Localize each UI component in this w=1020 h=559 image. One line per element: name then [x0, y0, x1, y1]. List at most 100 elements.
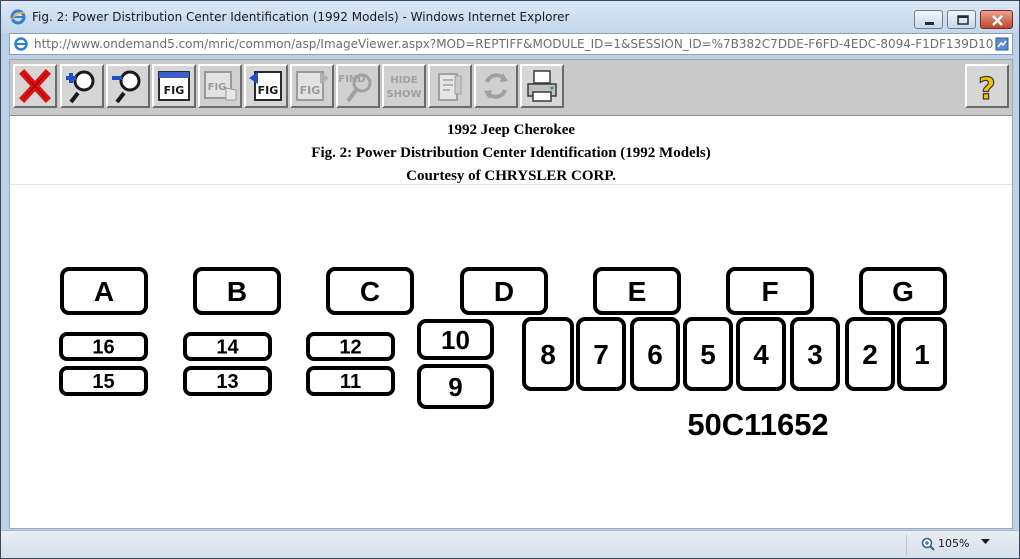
- svg-text:?: ?: [978, 72, 995, 106]
- fuse-9-label: 9: [448, 372, 462, 402]
- caption-vehicle: 1992 Jeep Cherokee: [446, 122, 576, 138]
- notes-button[interactable]: [428, 64, 472, 108]
- fuse-14-label: 14: [216, 337, 239, 359]
- figure-caption: 1992 Jeep Cherokee Fig. 2: Power Distrib…: [10, 117, 1012, 185]
- fig-hand-button[interactable]: FIG: [198, 64, 242, 108]
- svg-text:FIG: FIG: [164, 84, 185, 97]
- relay-box-c: C: [326, 267, 414, 315]
- help-icon: ?: [978, 71, 997, 106]
- relay-box-c-label: C: [360, 276, 380, 307]
- zoom-level[interactable]: 105%: [938, 537, 969, 550]
- close-window-button[interactable]: [980, 10, 1013, 29]
- relay-box-d-label: D: [494, 276, 514, 307]
- fig-previous-button[interactable]: FIG: [244, 64, 288, 108]
- address-bar[interactable]: http://www.ondemand5.com/mric/common/asp…: [9, 33, 1013, 55]
- browser-window: Fig. 2: Power Distribution Center Identi…: [0, 0, 1020, 559]
- fig-next-icon: FIG: [296, 71, 329, 101]
- svg-text:FIG: FIG: [300, 84, 321, 97]
- internet-explorer-icon: [10, 9, 26, 25]
- zoom-icon[interactable]: [921, 537, 935, 551]
- fuse-16-label: 16: [92, 337, 114, 359]
- printer-icon: [527, 70, 557, 102]
- image-viewer-toolbar: FIG FIG FIG FIG FIND HIDE SHOW ?: [10, 60, 1012, 116]
- hide-show-button[interactable]: HIDE SHOW: [382, 64, 426, 108]
- fig-button[interactable]: FIG: [152, 64, 196, 108]
- power-distribution-diagram: A B C D E F G 16 15 14 13 12 11 10 9 8 7 6 5 4 3 2 1 50C11652: [59, 267, 947, 442]
- maximize-button[interactable]: [947, 10, 976, 29]
- relay-box-f-label: F: [761, 276, 778, 307]
- zoom-in-icon: [66, 70, 95, 104]
- relay-box-a-label: A: [94, 276, 114, 307]
- title-bar: Fig. 2: Power Distribution Center Identi…: [1, 1, 1019, 33]
- compat-view-icon[interactable]: [995, 37, 1009, 51]
- fuse-6-label: 6: [647, 339, 663, 370]
- url-text[interactable]: http://www.ondemand5.com/mric/common/asp…: [34, 37, 994, 51]
- fuse-8-label: 8: [540, 339, 556, 370]
- fuse-10-label: 10: [441, 325, 470, 355]
- fuse-12: 12: [306, 332, 395, 361]
- close-icon: [992, 15, 1003, 26]
- refresh-icon: [484, 73, 508, 99]
- fuse-11: 11: [306, 366, 395, 396]
- fuse-6: 6: [630, 317, 680, 391]
- svg-text:FIG: FIG: [208, 82, 227, 93]
- close-viewer-button[interactable]: [13, 64, 57, 108]
- fuse-3: 3: [790, 317, 840, 391]
- hide-show-icon: HIDE SHOW: [386, 75, 421, 100]
- fuse-13: 13: [183, 366, 272, 396]
- minimize-button[interactable]: [914, 10, 943, 29]
- find-button[interactable]: FIND: [336, 64, 380, 108]
- fig-prev-icon: FIG: [249, 71, 282, 101]
- refresh-button[interactable]: [474, 64, 518, 108]
- zoom-out-button[interactable]: [106, 64, 150, 108]
- fuse-14: 14: [183, 332, 272, 361]
- fuse-11-label: 11: [340, 371, 361, 393]
- fuse-10: 10: [417, 319, 494, 360]
- fuse-2: 2: [845, 317, 895, 391]
- caption-courtesy: Courtesy of CHRYSLER CORP.: [406, 168, 616, 184]
- viewer-content: FIG FIG FIG FIG FIND HIDE SHOW ? 1992 Je…: [9, 59, 1013, 529]
- fuse-5: 5: [683, 317, 733, 391]
- fig-next-button[interactable]: FIG: [290, 64, 334, 108]
- minimize-icon: [925, 22, 934, 25]
- fuse-1-label: 1: [914, 339, 930, 370]
- fuse-4: 4: [736, 317, 786, 391]
- fuse-12-label: 12: [339, 337, 361, 359]
- fuse-8: 8: [522, 317, 574, 391]
- chevron-down-icon[interactable]: [981, 539, 990, 545]
- relay-box-b-label: B: [227, 276, 247, 307]
- relay-box-b: B: [193, 267, 281, 315]
- find-icon: FIND: [338, 73, 372, 103]
- svg-text:HIDE: HIDE: [390, 75, 417, 86]
- fuse-7: 7: [576, 317, 626, 391]
- page-icon: [14, 37, 28, 51]
- print-button[interactable]: [520, 64, 564, 108]
- fuse-13-label: 13: [216, 371, 238, 393]
- relay-box-g-label: G: [892, 276, 914, 307]
- relay-box-e: E: [593, 267, 681, 315]
- fig-icon: FIG: [158, 71, 190, 101]
- relay-box-f: F: [726, 267, 814, 315]
- relay-box-g: G: [859, 267, 947, 315]
- relay-box-e-label: E: [628, 276, 647, 307]
- zoom-out-icon: [112, 70, 141, 104]
- caption-figure-title: Fig. 2: Power Distribution Center Identi…: [311, 145, 711, 161]
- fuse-9: 9: [417, 364, 494, 409]
- window-title: Fig. 2: Power Distribution Center Identi…: [32, 10, 570, 24]
- restore-icon: [957, 15, 969, 25]
- zoom-in-button[interactable]: [60, 64, 104, 108]
- status-divider: [906, 535, 907, 555]
- svg-text:SHOW: SHOW: [386, 89, 421, 100]
- fuse-7-label: 7: [593, 339, 609, 370]
- fuse-15-label: 15: [92, 371, 114, 393]
- notes-icon: [438, 73, 462, 101]
- fuse-4-label: 4: [753, 339, 769, 370]
- status-bar: 105%: [1, 530, 1019, 558]
- help-button[interactable]: ?: [965, 64, 1009, 108]
- fig-hand-icon: FIG: [204, 71, 237, 101]
- fuse-16: 16: [59, 332, 148, 361]
- fuse-1: 1: [897, 317, 947, 391]
- svg-text:FIG: FIG: [258, 84, 279, 97]
- relay-box-a: A: [60, 267, 148, 315]
- figure-code: 50C11652: [687, 407, 828, 442]
